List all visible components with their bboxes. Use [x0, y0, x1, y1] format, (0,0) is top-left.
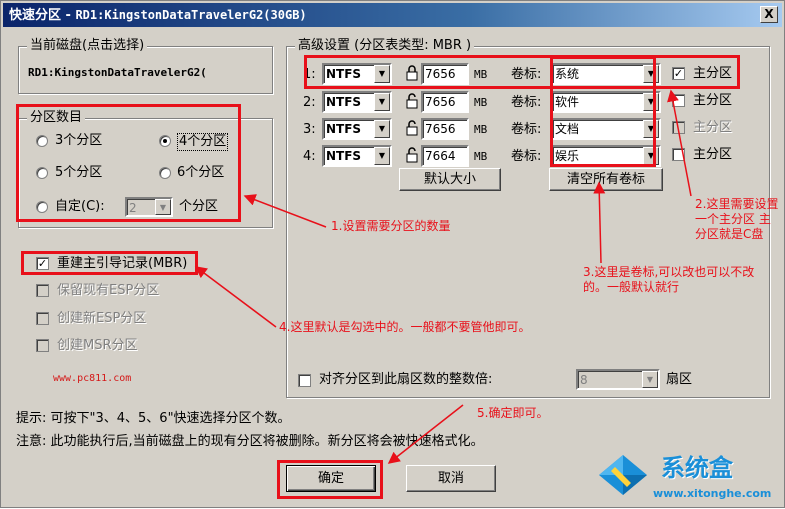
align-sector-value: 8: [580, 373, 588, 387]
row-3-fs: NTFS: [326, 122, 362, 136]
keep-esp-label: 保留现有ESP分区: [57, 283, 160, 298]
create-msr-label: 创建MSR分区: [57, 338, 138, 353]
highlight-partition-count: [16, 104, 241, 222]
unlock-icon[interactable]: [405, 147, 419, 163]
row-4-primary-checkbox[interactable]: [672, 148, 685, 161]
align-sector-select[interactable]: 8 ▼: [576, 369, 660, 390]
row-4-primary-label: 主分区: [693, 147, 733, 162]
row-3-unit: MB: [474, 123, 488, 136]
row-2-unit: MB: [474, 96, 488, 109]
row-3-label-prefix: 卷标:: [511, 122, 542, 137]
row-3-primary-label: 主分区: [693, 120, 733, 135]
row-4-index: 4:: [303, 149, 316, 164]
title-disk: RD1:KingstonDataTravelerG2(30GB): [75, 8, 307, 22]
arrow-4: [194, 266, 277, 328]
create-msr-checkbox[interactable]: [36, 339, 49, 352]
title-prefix: 快速分区 -: [9, 8, 76, 23]
highlight-ok-button: [277, 460, 383, 499]
annotation-4: 4.这里默认是勾选中的。一般都不要管他即可。: [279, 320, 531, 334]
row-4-label-prefix: 卷标:: [511, 149, 542, 164]
align-unit: 扇区: [666, 372, 693, 387]
xitonghe-logo-icon: [599, 455, 647, 495]
tip-warning: 注意: 此功能执行后,当前磁盘上的现有分区将被删除。新分区将会被快速格式化。: [16, 434, 484, 449]
quick-partition-dialog: 快速分区 - RD1:KingstonDataTravelerG2(30GB) …: [0, 0, 785, 508]
chevron-down-icon[interactable]: ▼: [642, 371, 658, 388]
title-bar: 快速分区 - RD1:KingstonDataTravelerG2(30GB) …: [3, 3, 782, 27]
row-4-fs: NTFS: [326, 149, 362, 163]
row-3-primary-checkbox[interactable]: [672, 121, 685, 134]
chevron-down-icon[interactable]: ▼: [374, 147, 390, 165]
brand-name: 系统盒: [661, 454, 733, 482]
keep-esp-checkbox[interactable]: [36, 284, 49, 297]
annotation-3: 3.这里是卷标,可以改也可以不改的。一般默认就行: [583, 265, 755, 294]
row-2-primary-checkbox[interactable]: [672, 94, 685, 107]
close-button[interactable]: X: [760, 6, 778, 23]
chevron-down-icon[interactable]: ▼: [374, 93, 390, 111]
brand-url: www.xitonghe.com: [653, 487, 772, 500]
row-2-primary-label: 主分区: [693, 93, 733, 108]
create-esp-checkbox[interactable]: [36, 312, 49, 325]
highlight-rebuild-mbr: [21, 251, 198, 275]
align-checkbox[interactable]: [298, 374, 311, 387]
annotation-5: 5.确定即可。: [477, 406, 549, 420]
clear-labels-button[interactable]: 清空所有卷标: [549, 168, 663, 191]
unlock-icon[interactable]: [405, 120, 419, 136]
advanced-title: 高级设置 (分区表类型: MBR ): [295, 38, 475, 54]
row-2-index: 2:: [303, 95, 316, 110]
chevron-down-icon[interactable]: ▼: [374, 120, 390, 138]
current-disk-value[interactable]: RD1:KingstonDataTravelerG2(: [26, 64, 261, 86]
row-4-fs-select[interactable]: NTFS ▼: [322, 145, 392, 167]
cancel-button[interactable]: 取消: [406, 465, 496, 492]
align-label: 对齐分区到此扇区数的整数倍:: [319, 372, 493, 387]
row-3-size[interactable]: 7656: [421, 118, 469, 140]
annotation-1: 1.设置需要分区的数量: [331, 219, 451, 233]
row-4-unit: MB: [474, 150, 488, 163]
row-2-size[interactable]: 7656: [421, 91, 469, 113]
current-disk-title: 当前磁盘(点击选择): [27, 38, 148, 54]
tip-shortcut: 提示: 可按下"3、4、5、6"快速选择分区个数。: [16, 411, 291, 426]
annotation-2: 2.这里需要设置一个主分区 主分区就是C盘: [695, 197, 779, 241]
row-2-label-prefix: 卷标:: [511, 95, 542, 110]
row-2-fs: NTFS: [326, 95, 362, 109]
watermark-url: www.pc811.com: [53, 373, 132, 384]
create-esp-label: 创建新ESP分区: [57, 311, 147, 326]
row-3-fs-select[interactable]: NTFS ▼: [322, 118, 392, 140]
row-3-index: 3:: [303, 122, 316, 137]
default-size-button[interactable]: 默认大小: [399, 168, 501, 191]
row-4-size[interactable]: 7664: [421, 145, 469, 167]
unlock-icon[interactable]: [405, 93, 419, 109]
highlight-volume-labels: [550, 56, 656, 167]
highlight-row-1: [304, 55, 740, 89]
row-2-fs-select[interactable]: NTFS ▼: [322, 91, 392, 113]
